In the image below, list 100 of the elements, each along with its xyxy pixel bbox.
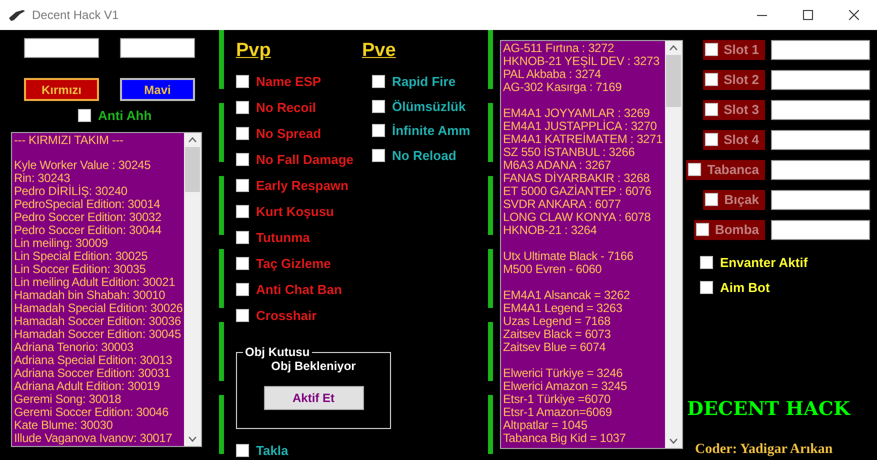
list-item[interactable]: Adriana Soccer Edition: 30031 xyxy=(14,367,182,380)
weapon-list[interactable] xyxy=(500,40,683,449)
list-item[interactable]: LONG CLAW KONYA : 6078 xyxy=(503,211,663,224)
checkbox[interactable] xyxy=(236,444,249,457)
list-item[interactable]: Hamadah Soccer Edition: 30036 xyxy=(14,315,182,328)
list-item[interactable]: Zaitsev Black = 6073 xyxy=(503,328,663,341)
list-item[interactable]: EM4A1 JOYYAMLAR : 3269 xyxy=(503,107,663,120)
list-item[interactable]: Lin meiling Adult Edition: 30021 xyxy=(14,276,182,289)
checkbox[interactable] xyxy=(236,257,249,270)
scroll-thumb[interactable] xyxy=(185,147,200,192)
list-item[interactable]: Zaitsev Blue = 6074 xyxy=(503,341,663,354)
checkbox[interactable] xyxy=(704,133,718,146)
list-item[interactable]: Lin meiling: 30009 xyxy=(14,237,182,250)
list-item[interactable]: Geremi Song: 30018 xyxy=(14,393,182,406)
checkbox[interactable] xyxy=(236,231,249,244)
checkbox[interactable] xyxy=(700,256,713,269)
list-item[interactable]: Elwerici Türkiye = 3246 xyxy=(503,367,663,380)
slot-field[interactable] xyxy=(771,190,870,210)
scroll-thumb[interactable] xyxy=(666,55,681,107)
checkbox[interactable] xyxy=(236,101,249,114)
checkbox[interactable] xyxy=(688,163,702,176)
close-icon xyxy=(849,10,859,20)
checkbox[interactable] xyxy=(236,127,249,140)
list-item[interactable]: AG-511 Fırtına : 3272 xyxy=(503,42,663,55)
slot-field[interactable] xyxy=(771,40,870,60)
checkbox[interactable] xyxy=(700,281,713,294)
list-item[interactable]: Adriana Tenorio: 30003 xyxy=(14,341,182,354)
checkbox[interactable] xyxy=(236,205,249,218)
checkbox[interactable] xyxy=(236,283,249,296)
checkbox-label: İnfinite Amm xyxy=(392,123,470,138)
team-button[interactable]: Kırmızı xyxy=(24,78,99,101)
checkbox[interactable] xyxy=(696,223,709,236)
list-item[interactable]: Hamadah bin Shabah: 30010 xyxy=(14,289,182,302)
checkbox[interactable] xyxy=(372,124,385,137)
list-item[interactable]: EM4A1 Legend = 3263 xyxy=(503,302,663,315)
slot-field[interactable] xyxy=(771,130,870,150)
list-item[interactable]: Etsr-1 Türkiye =6070 xyxy=(503,393,663,406)
list-item[interactable]: EM4A1 JUSTAPPLİCA : 3270 xyxy=(503,120,663,133)
list-item[interactable]: Adriana Adult Edition: 30019 xyxy=(14,380,182,393)
list-item[interactable]: Elwerici Amazon = 3245 xyxy=(503,380,663,393)
activate-button[interactable]: Aktif Et xyxy=(264,386,364,410)
list-item[interactable]: M500 Evren - 6060 xyxy=(503,263,663,276)
slot-field[interactable] xyxy=(771,100,870,120)
scrollbar[interactable] xyxy=(665,41,682,448)
list-item[interactable]: Utx Ultimate Black - 7166 xyxy=(503,250,663,263)
list-item[interactable]: Lin Soccer Edition: 30035 xyxy=(14,263,182,276)
list-item[interactable]: Rin: 30243 xyxy=(14,172,182,185)
list-item[interactable]: Uzas Legend = 7168 xyxy=(503,315,663,328)
list-item[interactable]: HKNOB-21 YEŞİL DEV : 3273 xyxy=(503,55,663,68)
slot-field[interactable] xyxy=(771,70,870,90)
team-list[interactable] xyxy=(11,132,202,447)
list-item[interactable]: Etsr-1 Amazon=6069 xyxy=(503,406,663,419)
list-item[interactable]: HKNOB-21 : 3264 xyxy=(503,224,663,237)
list-item[interactable]: Pedro Soccer Edition: 30032 xyxy=(14,211,182,224)
checkbox-label: No Fall Damage xyxy=(256,152,354,167)
checkbox[interactable] xyxy=(704,43,718,56)
list-item[interactable]: M6A3 ADANA : 3267 xyxy=(503,159,663,172)
list-item[interactable]: SZ 550 İSTANBUL : 3266 xyxy=(503,146,663,159)
list-item[interactable]: PedroSpecial Edition: 30014 xyxy=(14,198,182,211)
checkbox[interactable] xyxy=(704,103,718,116)
list-item[interactable]: FANAS DİYARBAKIR : 3268 xyxy=(503,172,663,185)
list-item[interactable]: ET 5000 GAZİANTEP : 6076 xyxy=(503,185,663,198)
list-item[interactable]: Pedro Soccer Edition: 30044 xyxy=(14,224,182,237)
checkbox-label: Takla xyxy=(256,443,288,458)
list-item[interactable]: Kate Blume: 30030 xyxy=(14,419,182,432)
list-header: --- KIRMIZI TAKIM --- xyxy=(14,134,124,147)
list-item[interactable]: Adriana Special Edition: 30013 xyxy=(14,354,182,367)
team-button[interactable]: Mavi xyxy=(120,78,195,101)
checkbox[interactable] xyxy=(236,75,249,88)
checkbox[interactable] xyxy=(236,179,249,192)
list-item[interactable]: Hamadah Special Edition: 30026 xyxy=(14,302,182,315)
checkbox[interactable] xyxy=(704,73,718,86)
checkbox[interactable] xyxy=(236,309,249,322)
checkbox[interactable] xyxy=(78,109,91,122)
slot-field[interactable] xyxy=(771,160,870,180)
checkbox-label: No Reload xyxy=(392,148,456,162)
checkbox[interactable] xyxy=(236,153,249,166)
list-item[interactable]: AG-302 Kasırga : 7169 xyxy=(503,81,663,94)
list-item[interactable]: Kyle Worker Value : 30245 xyxy=(14,159,182,172)
checkbox[interactable] xyxy=(372,100,385,112)
list-item[interactable]: Altıpatlar = 1045 xyxy=(503,419,663,432)
checkbox-label: Anti Chat Ban xyxy=(256,282,342,297)
text-field[interactable] xyxy=(24,38,99,58)
list-item[interactable]: Hamadah Soccer Edition: 30045 xyxy=(14,328,182,341)
checkbox[interactable] xyxy=(372,75,385,88)
checkbox[interactable] xyxy=(705,193,718,206)
list-item[interactable]: EM4A1 KATREİMATEM : 3271 xyxy=(503,133,663,146)
checkbox-label: Ölümsüzlük xyxy=(392,98,466,114)
list-item[interactable]: Lin Special Edition: 30025 xyxy=(14,250,182,263)
slot-field[interactable] xyxy=(771,220,870,240)
list-item[interactable]: Pedro DİRİLİŞ: 30240 xyxy=(14,185,182,198)
scrollbar[interactable] xyxy=(184,133,201,446)
list-item[interactable]: Geremi Soccer Edition: 30046 xyxy=(14,406,182,419)
checkbox[interactable] xyxy=(372,148,385,162)
list-item[interactable]: Illude Vaganova Ivanov: 30017 xyxy=(14,432,182,445)
list-item[interactable]: SVDR ANKARA : 6077 xyxy=(503,198,663,211)
list-item[interactable]: EM4A1 Alsancak = 3262 xyxy=(503,289,663,302)
list-item[interactable]: Tabanca Big Kid = 1037 xyxy=(503,432,663,445)
list-item[interactable]: PAL Akbaba : 3274 xyxy=(503,68,663,81)
text-field[interactable] xyxy=(120,38,195,58)
